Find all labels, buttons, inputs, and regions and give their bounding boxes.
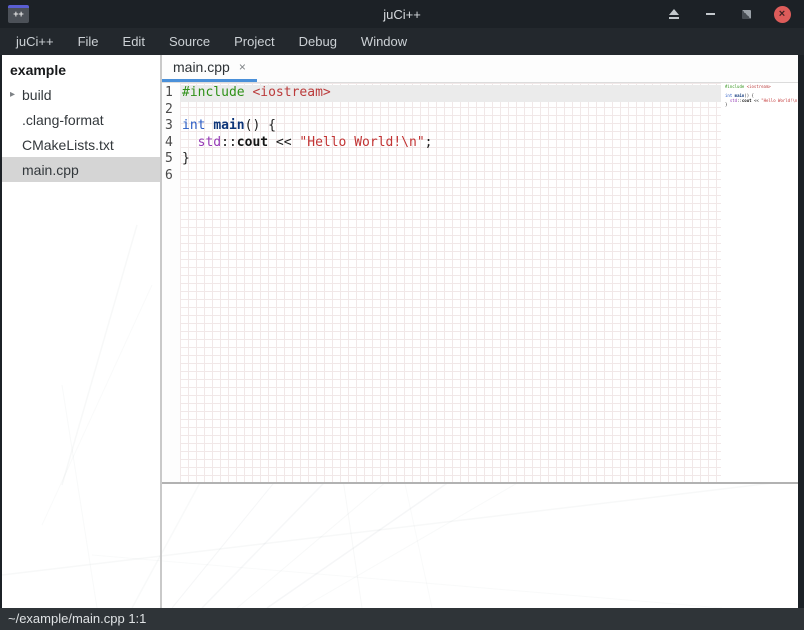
code-token: std xyxy=(198,135,221,150)
tree-item-label: CMakeLists.txt xyxy=(22,137,114,153)
menu-bar: juCi++FileEditSourceProjectDebugWindow xyxy=(0,28,804,55)
code-line-1[interactable]: #include <iostream> xyxy=(180,85,721,102)
code-token: <iostream> xyxy=(252,85,330,100)
code-text-area[interactable]: #include <iostream>int main() { std::cou… xyxy=(180,83,721,482)
code-line-5[interactable]: } xyxy=(180,151,721,168)
code-editor[interactable]: 123456 #include <iostream>int main() { s… xyxy=(162,83,798,482)
menu-item-juci[interactable]: juCi++ xyxy=(4,29,66,54)
code-token: "Hello World!\n" xyxy=(761,98,797,103)
tab-main-cpp[interactable]: main.cpp × xyxy=(162,55,257,82)
maximize-icon xyxy=(742,10,751,19)
line-number: 3 xyxy=(165,118,180,135)
code-token: ; xyxy=(425,135,433,150)
project-name: example xyxy=(2,55,160,82)
shade-icon xyxy=(669,9,679,15)
tree-item-cmakelists-txt[interactable]: CMakeLists.txt xyxy=(2,132,160,157)
code-token: cout xyxy=(237,135,268,150)
file-tree: ▸build .clang-format CMakeLists.txt main.cp… xyxy=(2,82,160,182)
code-token: << xyxy=(752,98,762,103)
editor-pane: main.cpp × 123456 #include <iostream>int… xyxy=(162,55,798,608)
code-token: std xyxy=(730,98,737,103)
line-number-gutter: 123456 xyxy=(162,83,180,482)
close-button[interactable]: × xyxy=(770,3,794,25)
menu-item-source[interactable]: Source xyxy=(157,29,222,54)
tree-item-label: build xyxy=(22,87,52,103)
code-token: #include xyxy=(182,85,245,100)
window-titlebar[interactable]: ++ juCi++ × xyxy=(0,0,804,28)
minimap-line xyxy=(725,108,797,113)
code-token: cout xyxy=(742,98,752,103)
tab-close-icon[interactable]: × xyxy=(239,60,246,74)
status-text: ~/example/main.cpp 1:1 xyxy=(8,611,146,626)
output-pane[interactable] xyxy=(162,484,798,608)
code-line-2[interactable] xyxy=(180,102,721,119)
code-token: << xyxy=(268,135,299,150)
code-line-3[interactable]: int main() { xyxy=(180,118,721,135)
minimap-line: std::cout << "Hello World!\n"; xyxy=(725,99,797,104)
line-number: 2 xyxy=(165,102,180,119)
status-bar: ~/example/main.cpp 1:1 xyxy=(0,608,804,630)
maximize-button[interactable] xyxy=(734,3,758,25)
tab-label: main.cpp xyxy=(173,59,230,75)
minimize-icon xyxy=(706,13,715,15)
code-token: "Hello World!\n" xyxy=(299,135,424,150)
line-number: 1 xyxy=(165,85,180,102)
menu-item-window[interactable]: Window xyxy=(349,29,419,54)
menu-item-file[interactable]: File xyxy=(66,29,111,54)
line-number: 4 xyxy=(165,135,180,152)
tree-item-clang-format[interactable]: .clang-format xyxy=(2,107,160,132)
code-token: #include xyxy=(725,84,744,89)
menu-item-debug[interactable]: Debug xyxy=(287,29,349,54)
code-token: :: xyxy=(221,135,237,150)
tree-item-label: main.cpp xyxy=(22,162,79,178)
code-token xyxy=(182,135,198,150)
content-area: example ▸build .clang-format CMakeLists.tx… xyxy=(0,55,804,608)
line-number: 6 xyxy=(165,168,180,185)
tab-bar: main.cpp × xyxy=(162,55,798,83)
tree-item-label: .clang-format xyxy=(22,112,104,128)
shade-button[interactable] xyxy=(662,3,686,25)
code-token: } xyxy=(182,151,190,166)
close-icon: × xyxy=(774,6,791,23)
code-token: () { xyxy=(245,118,276,133)
shade-icon-bar xyxy=(669,17,679,19)
code-line-6[interactable] xyxy=(180,168,721,185)
app-logo-icon: ++ xyxy=(8,5,29,23)
window-controls: × xyxy=(662,3,804,25)
sidebar: example ▸build .clang-format CMakeLists.tx… xyxy=(2,55,160,608)
code-token: <iostream> xyxy=(747,84,771,89)
line-number: 5 xyxy=(165,151,180,168)
menu-item-project[interactable]: Project xyxy=(222,29,286,54)
tree-item-main-cpp[interactable]: main.cpp xyxy=(2,157,160,182)
tree-item-build[interactable]: ▸build xyxy=(2,82,160,107)
code-line-4[interactable]: std::cout << "Hello World!\n"; xyxy=(180,135,721,152)
code-token: int xyxy=(182,118,205,133)
minimap[interactable]: #include <iostream>int main() { std::cou… xyxy=(725,83,797,482)
app-window: ++ juCi++ × juCi++FileEditSourceProjectD… xyxy=(0,0,804,630)
code-token: } xyxy=(725,102,727,107)
menu-items: juCi++FileEditSourceProjectDebugWindow xyxy=(4,29,419,54)
minimize-button[interactable] xyxy=(698,3,722,25)
expander-icon[interactable]: ▸ xyxy=(2,89,22,100)
menu-item-edit[interactable]: Edit xyxy=(111,29,157,54)
code-token: main xyxy=(213,118,244,133)
